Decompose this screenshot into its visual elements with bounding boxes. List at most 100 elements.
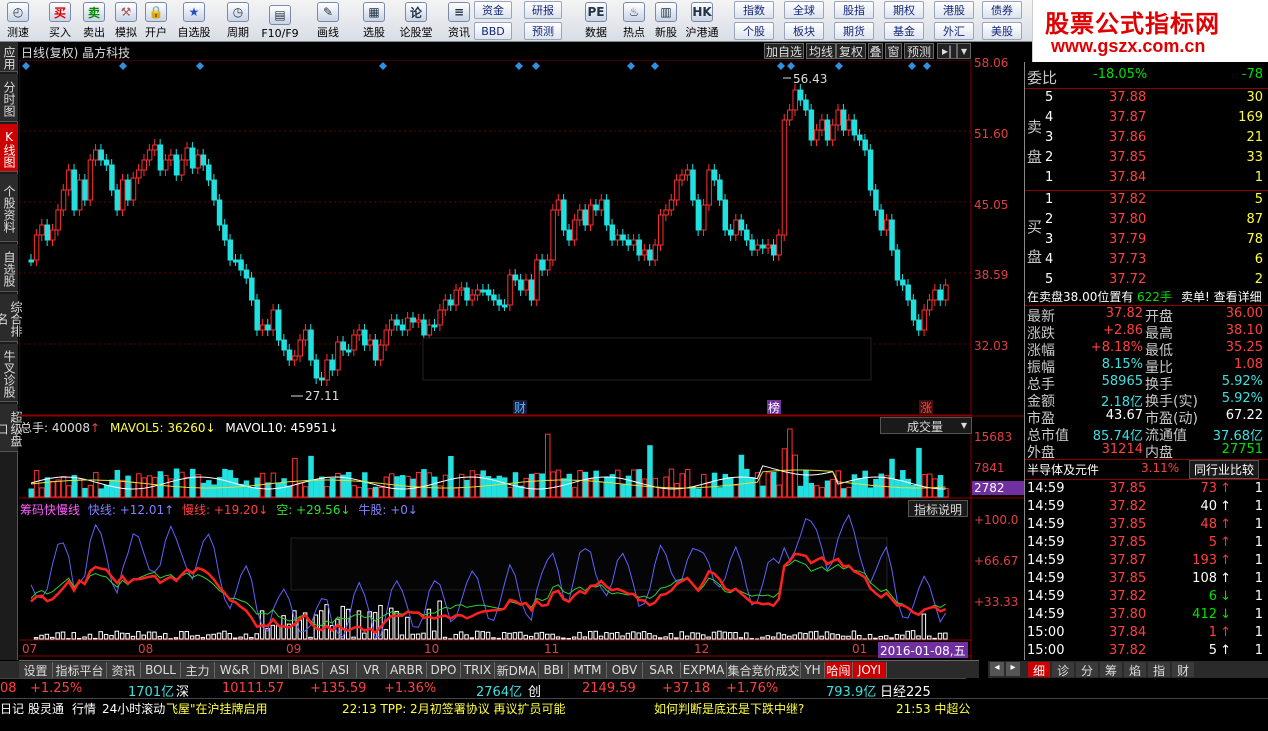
toolbar-button-6[interactable]: ◷ 周期 [220,0,256,42]
indicator-tab-10[interactable]: ARBR [387,662,427,678]
right-tab-5[interactable]: 指 [1148,662,1170,678]
indicator-tab-6[interactable]: DMI [255,662,289,678]
sidebar-tab-2[interactable]: K线图 [0,124,18,172]
scroll-right-icon[interactable]: ▸ [1006,662,1020,676]
indicator-tab-17[interactable]: SAR [643,662,681,678]
news-item[interactable]: 22:13 TPP: 2月初签署协议 再议扩员可能 [342,700,566,717]
industry-compare-button[interactable]: 同行业比较 [1189,460,1260,479]
indicator-tab-4[interactable]: 主力 [181,662,215,678]
indicator-tab-2[interactable]: 资讯 [107,662,141,678]
toolbar-link-15[interactable]: 美股 [982,22,1022,40]
indicator-tab-1[interactable]: 指标平台 [53,662,107,678]
right-tab-1[interactable]: 诊 [1052,662,1074,678]
toolbar-button-8[interactable]: ✎ 画线 [310,0,346,42]
right-tab-6[interactable]: 财 [1172,662,1194,678]
toolbar-button-0[interactable]: ◴ 测速 [0,0,36,42]
toolbar-button-14[interactable]: ▥ 新股 [648,0,684,42]
toolbar-link-14[interactable]: 外汇 [934,22,974,40]
sidebar-tab-4[interactable]: 自选股 [0,244,18,292]
notice-link[interactable]: 卖单! 查看详细 [1181,288,1262,305]
toolbar-button-1[interactable]: 买买入 [42,0,78,42]
indicator-tab-21[interactable]: 哈闯 [825,662,853,678]
news-item[interactable]: 日记 [0,700,24,717]
indicator-tab-7[interactable]: BIAS [289,662,323,678]
sector-name[interactable]: 半导体及元件 [1027,461,1099,478]
indicator-tab-18[interactable]: EXPMA [681,662,727,678]
chart-header-button-5[interactable]: 预测 [904,43,934,59]
volume-selector[interactable]: 成交量 ▾ [880,417,972,434]
indicator-help-button[interactable]: 指标说明 [908,500,968,517]
toolbar-link-3[interactable]: 预测 [524,22,562,40]
indicator-tab-11[interactable]: DPO [427,662,461,678]
toolbar-button-4[interactable]: 🔒 开户 [138,0,174,42]
indicator-tab-19[interactable]: 集合竞价成交 [727,662,801,678]
indicator-tab-8[interactable]: ASI [323,662,357,678]
toolbar-link-9[interactable]: 债券 [982,1,1022,19]
toolbar-link-1[interactable]: 研报 [524,1,562,19]
event-diamond-icon[interactable] [923,62,931,70]
indicator-tab-15[interactable]: MTM [569,662,607,678]
toolbar-link-12[interactable]: 期货 [834,22,874,40]
news-item[interactable]: 21:53 中超公 [896,700,970,717]
indicator-tab-5[interactable]: W&R [215,662,255,678]
toolbar-button-7[interactable]: ▤ F10/F9 [261,0,299,42]
indicator-tab-13[interactable]: 新DMA [495,662,539,678]
sidebar-tab-1[interactable]: 分时图 [0,74,18,122]
marker-rise[interactable]: 涨 [920,400,932,415]
toolbar-link-13[interactable]: 基金 [884,22,924,40]
sidebar-tab-7[interactable]: 超级盘口 [0,404,23,452]
toolbar-button-15[interactable]: HK 沪港通 [684,0,720,42]
event-diamond-icon[interactable] [515,62,523,70]
toolbar-link-2[interactable]: BBD [474,22,512,40]
right-tab-4[interactable]: 焰 [1124,662,1146,678]
chart-header-button-2[interactable]: 复权 [836,43,866,59]
right-tab-3[interactable]: 筹 [1100,662,1122,678]
toolbar-link-11[interactable]: 板块 [784,22,824,40]
event-diamond-icon[interactable] [119,62,127,70]
sidebar-tab-5[interactable]: 综合排名 [0,294,23,342]
indicator-tab-3[interactable]: BOLL [141,662,181,678]
indicator-tab-22[interactable]: JOYI [853,662,887,678]
toolbar-link-0[interactable]: 资金 [474,1,512,19]
toolbar-link-8[interactable]: 港股 [934,1,974,19]
news-item[interactable]: 飞屋"在沪挂牌启用 [166,700,268,717]
marker-finance[interactable]: 财 [514,401,526,415]
toolbar-button-2[interactable]: 卖卖出 [76,0,112,42]
news-item[interactable]: 如何判断是底还是下跌中继? [654,700,804,717]
toolbar-button-12[interactable]: PE 数据 [578,0,614,42]
indicator-tab-14[interactable]: BBI [539,662,569,678]
indicator-tab-9[interactable]: VR [357,662,387,678]
news-item[interactable]: 股灵通 [28,700,64,717]
news-item[interactable]: 24小时滚动 [102,700,165,717]
event-diamond-icon[interactable] [787,62,795,70]
right-tab-0[interactable]: 细 [1028,662,1050,678]
sidebar-tab-6[interactable]: 牛叉诊股 [0,344,18,402]
event-diamond-icon[interactable] [627,62,635,70]
event-diamond-icon[interactable] [908,62,916,70]
indicator-tab-12[interactable]: TRIX [461,662,495,678]
toolbar-button-5[interactable]: ★ 自选股 [176,0,212,42]
chart-header-button-4[interactable]: 窗 [885,43,902,59]
expand-icon[interactable]: ▸| [937,43,957,59]
toolbar-button-11[interactable]: ≡ 资讯 [441,0,477,42]
event-diamond-icon[interactable] [835,62,843,70]
toolbar-button-10[interactable]: 论论股堂 [398,0,434,42]
toolbar-button-9[interactable]: ▦ 选股 [356,0,392,42]
news-item[interactable]: 行情 [72,700,96,717]
event-diamond-icon[interactable] [379,62,387,70]
scroll-left-icon[interactable]: ◂ [990,662,1004,676]
event-diamond-icon[interactable] [777,62,785,70]
indicator-tab-20[interactable]: YH [801,662,825,678]
toolbar-link-10[interactable]: 个股 [734,22,774,40]
sidebar-tab-3[interactable]: 个股资料 [0,174,18,242]
marker-list[interactable]: 榜 [768,400,780,415]
toolbar-link-5[interactable]: 全球 [784,1,824,19]
chart-header-button-1[interactable]: 均线 [806,43,836,59]
toolbar-link-4[interactable]: 指数 [734,1,774,19]
event-diamond-icon[interactable] [651,62,659,70]
indicator-tab-16[interactable]: OBV [607,662,643,678]
toolbar-button-13[interactable]: ♨ 热点 [616,0,652,42]
sidebar-tab-0[interactable]: 应用 [0,42,18,72]
toolbar-link-6[interactable]: 股指 [834,1,874,19]
toolbar-link-7[interactable]: 期权 [884,1,924,19]
